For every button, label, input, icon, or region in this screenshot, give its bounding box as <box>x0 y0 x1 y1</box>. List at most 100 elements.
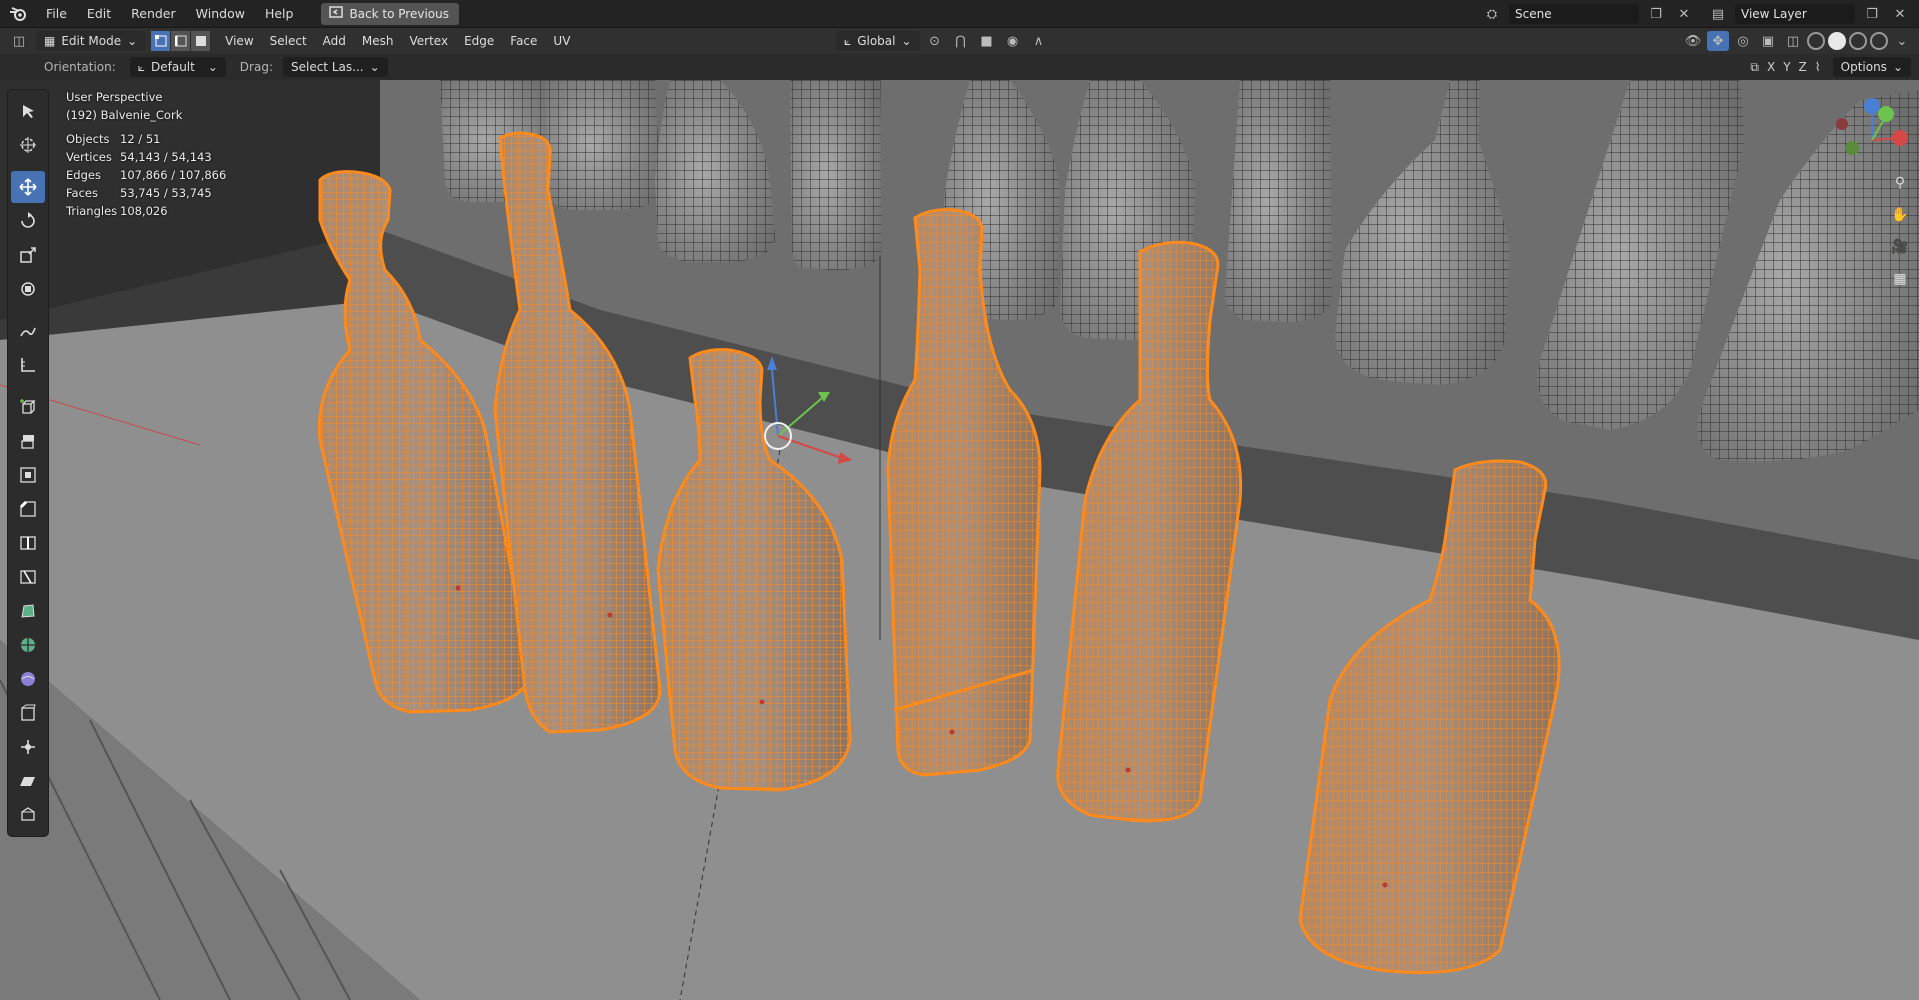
menu-uv[interactable]: UV <box>545 31 578 51</box>
menu-window[interactable]: Window <box>186 0 255 28</box>
wireframe-shading-icon[interactable] <box>1807 32 1825 50</box>
gray-bottle[interactable] <box>790 80 882 270</box>
camera-view-icon[interactable]: 🎥 <box>1887 234 1913 260</box>
transform-icon[interactable] <box>11 273 45 305</box>
3d-viewport[interactable]: User Perspective (192) Balvenie_Cork Obj… <box>0 80 1919 1000</box>
pivot-point-icon[interactable]: ⊙ <box>924 31 946 51</box>
edge-slide-icon[interactable] <box>11 697 45 729</box>
measure-icon[interactable] <box>11 349 45 381</box>
menu-vertex[interactable]: Vertex <box>402 31 457 51</box>
rip-icon[interactable] <box>11 799 45 831</box>
active-object-name: (192) Balvenie_Cork <box>66 108 183 122</box>
editor-type-icon[interactable]: ◫ <box>8 31 30 51</box>
view-layer-browse-icon[interactable]: ▤ <box>1707 4 1729 24</box>
tool-settings-bar: Orientation: ⟀ Default ⌄ Drag: Select La… <box>0 54 1919 80</box>
snap-target-icon[interactable]: ■ <box>976 31 998 51</box>
overlay-toggle-icon[interactable]: ◎ <box>1732 31 1754 51</box>
select-box-icon[interactable] <box>11 95 45 127</box>
transform-orientation-label: Global <box>857 34 896 48</box>
annotate-icon[interactable] <box>11 315 45 347</box>
scene-browse-icon[interactable]: ⛭ <box>1481 4 1503 24</box>
back-to-previous-label: Back to Previous <box>349 6 449 21</box>
menu-file[interactable]: File <box>36 0 77 28</box>
poly-build-icon[interactable] <box>11 595 45 627</box>
cursor-icon[interactable] <box>11 129 45 161</box>
new-view-layer-icon[interactable]: ❐ <box>1861 4 1883 24</box>
move-icon[interactable] <box>11 171 45 203</box>
options-label: Options <box>1840 60 1887 74</box>
ortho-grid-icon[interactable]: ▦ <box>1887 266 1913 292</box>
rotate-icon[interactable] <box>11 205 45 237</box>
proportional-edit-icon[interactable]: ◉ <box>1002 31 1024 51</box>
menu-face[interactable]: Face <box>502 31 545 51</box>
snap-magnet-icon[interactable]: ⋂ <box>950 31 972 51</box>
blender-logo-icon[interactable] <box>0 0 36 28</box>
zoom-icon[interactable]: ⚲ <box>1887 170 1913 196</box>
menu-view[interactable]: View <box>217 31 261 51</box>
spin-icon[interactable] <box>11 629 45 661</box>
gizmo-toggle-icon[interactable]: ✥ <box>1707 31 1729 51</box>
menu-select[interactable]: Select <box>262 31 315 51</box>
pan-hand-icon[interactable]: ✋ <box>1887 202 1913 228</box>
menu-mesh[interactable]: Mesh <box>354 31 402 51</box>
material-shading-icon[interactable] <box>1849 32 1867 50</box>
mirror-axis-y[interactable]: Y <box>1783 60 1790 74</box>
back-to-previous-button[interactable]: Back to Previous <box>321 2 459 25</box>
stat-triangles: Triangles 108,026 <box>66 204 168 218</box>
chevron-down-icon[interactable]: ⌄ <box>1891 31 1913 51</box>
drag-dropdown[interactable]: Select Las... ⌄ <box>282 57 388 77</box>
view-layer-field[interactable]: View Layer <box>1735 4 1855 24</box>
bevel-icon[interactable] <box>11 493 45 525</box>
stat-vertices: Vertices 54,143 / 54,143 <box>66 150 212 164</box>
drag-label: Drag: <box>239 60 273 74</box>
gray-bottle[interactable] <box>545 80 660 210</box>
visibility-eye-icon[interactable]: 👁 <box>1682 31 1704 51</box>
transform-controls: ⟀ Global ⌄ ⊙ ⋂ ■ ◉ ∧ <box>836 31 1050 51</box>
menu-add[interactable]: Add <box>315 31 354 51</box>
delete-scene-icon[interactable]: ✕ <box>1673 4 1695 24</box>
transform-orientation-dropdown[interactable]: ⟀ Global ⌄ <box>836 31 920 51</box>
smooth-icon[interactable] <box>11 663 45 695</box>
chevron-down-icon: ⌄ <box>1892 60 1903 74</box>
chevron-down-icon: ⌄ <box>127 34 138 48</box>
scene-field[interactable]: Scene <box>1509 4 1639 24</box>
mode-dropdown[interactable]: ▦ Edit Mode ⌄ <box>36 31 146 51</box>
solid-shading-icon[interactable] <box>1828 32 1846 50</box>
viewport-statistics: User Perspective (192) Balvenie_Cork Obj… <box>66 88 226 220</box>
menu-render[interactable]: Render <box>121 0 186 28</box>
viewport-header: ◫ ▦ Edit Mode ⌄ View Select Add Mesh Ver… <box>0 28 1919 54</box>
back-screen-icon <box>329 6 344 21</box>
options-dropdown[interactable]: Options ⌄ <box>1832 57 1911 77</box>
add-cube-icon[interactable] <box>11 391 45 423</box>
loop-cut-icon[interactable] <box>11 527 45 559</box>
orientation-dropdown[interactable]: ⟀ Default ⌄ <box>129 57 226 77</box>
edge-select-icon[interactable] <box>171 31 192 51</box>
orientation-label: Orientation: <box>44 60 116 74</box>
viewport-display-controls: 👁 ✥ ◎ ▣ ◫ ⌄ <box>1682 31 1913 51</box>
edit-mode-icon: ▦ <box>44 34 56 48</box>
face-select-icon[interactable] <box>191 31 212 51</box>
knife-icon[interactable] <box>11 561 45 593</box>
drag-value: Select Las... <box>290 60 364 74</box>
mirror-axis-z[interactable]: Z <box>1799 60 1807 74</box>
mesh-edit-overlay-icon[interactable]: ▣ <box>1757 31 1779 51</box>
falloff-curve-icon[interactable]: ∧ <box>1028 31 1050 51</box>
xray-toggle-icon[interactable]: ◫ <box>1782 31 1804 51</box>
menu-help[interactable]: Help <box>255 0 304 28</box>
shrink-fatten-icon[interactable] <box>11 731 45 763</box>
mirror-axis-x[interactable]: X <box>1767 60 1775 74</box>
delete-view-layer-icon[interactable]: ✕ <box>1889 4 1911 24</box>
vertex-select-icon[interactable] <box>151 31 172 51</box>
gray-bottle[interactable] <box>1225 80 1332 322</box>
rendered-shading-icon[interactable] <box>1870 32 1888 50</box>
shear-icon[interactable] <box>11 765 45 797</box>
extrude-icon[interactable] <box>11 425 45 457</box>
stat-objects: Objects 12 / 51 <box>66 132 161 146</box>
orientation-icon: ⟀ <box>137 59 145 74</box>
menu-edge[interactable]: Edge <box>456 31 502 51</box>
scene-render[interactable] <box>0 80 1919 1000</box>
new-scene-icon[interactable]: ❐ <box>1645 4 1667 24</box>
scale-icon[interactable] <box>11 239 45 271</box>
menu-edit[interactable]: Edit <box>77 0 121 28</box>
inset-icon[interactable] <box>11 459 45 491</box>
